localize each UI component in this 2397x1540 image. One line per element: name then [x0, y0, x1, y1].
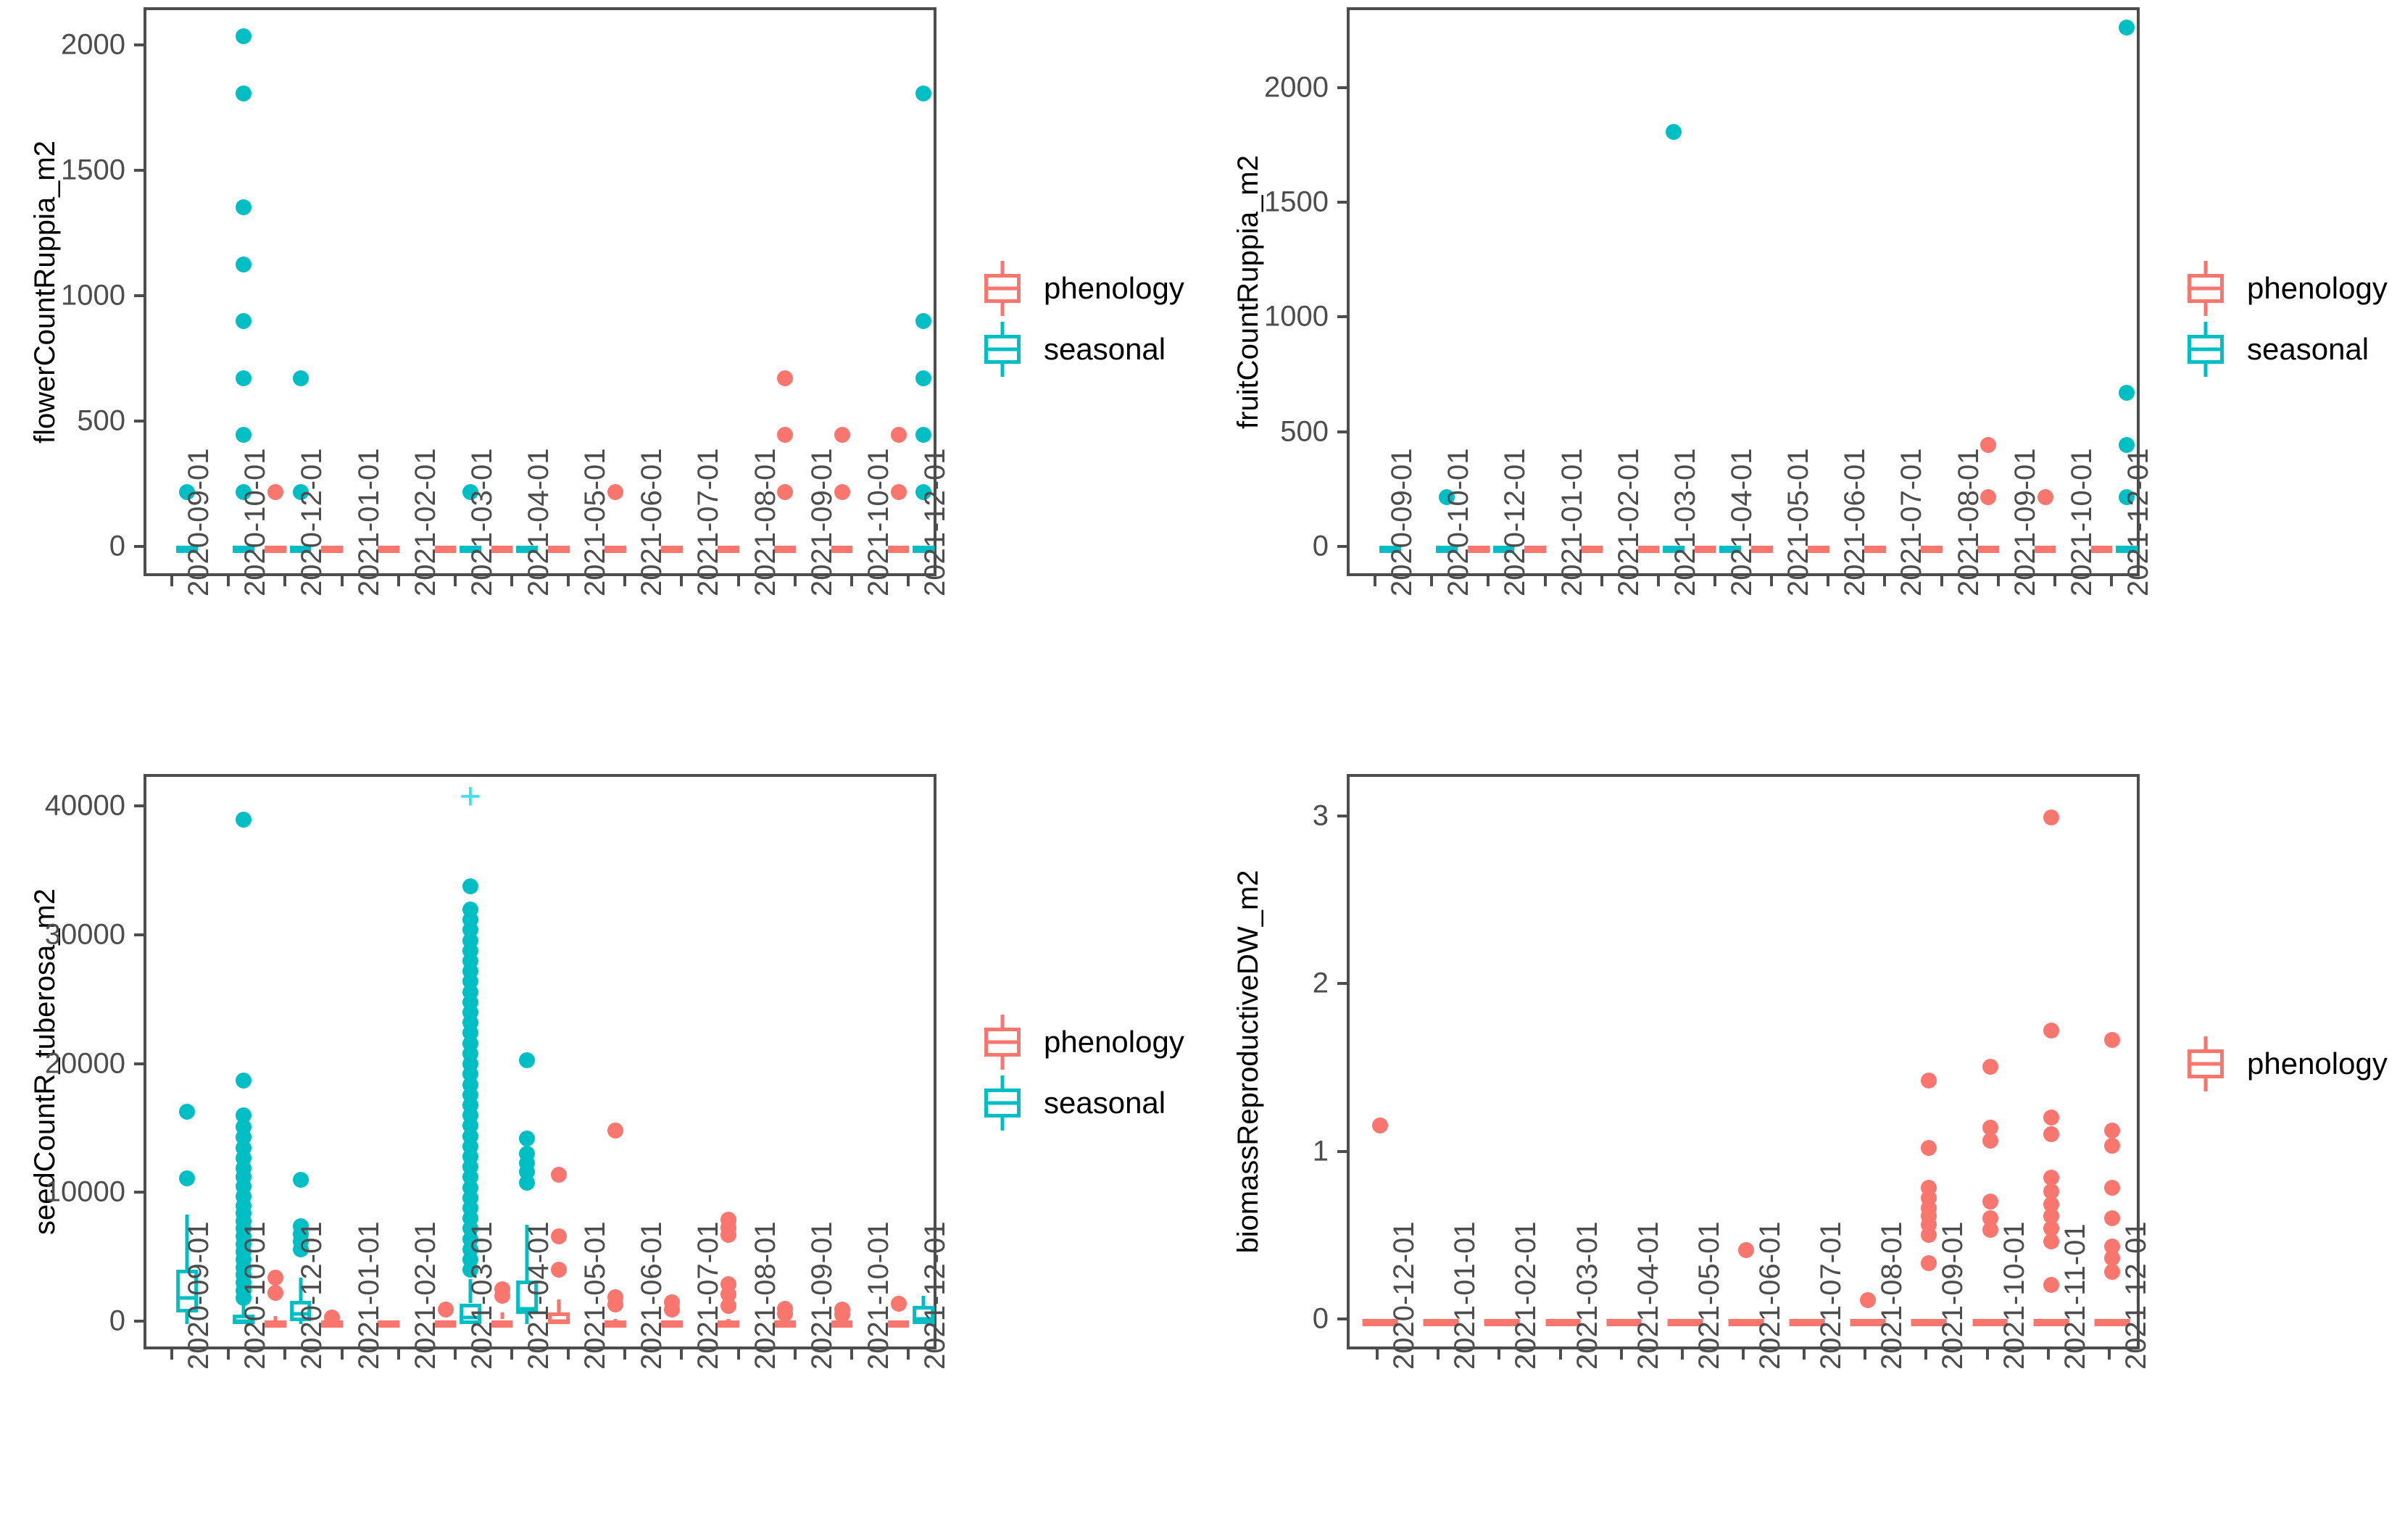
x-tick-label: 2021-03-01: [1571, 1221, 1603, 1370]
legend-key-whisker-upper: [2203, 1036, 2208, 1051]
x-tick-label: 2020-12-01: [1388, 1221, 1421, 1370]
outlier-point: [2043, 1277, 2059, 1294]
x-tick-mark: [1924, 1349, 1928, 1360]
outlier-point: [1921, 1139, 1937, 1156]
x-tick-mark: [1742, 1349, 1745, 1360]
outlier-point: [1982, 1210, 1998, 1226]
outlier-point: [2043, 1126, 2059, 1143]
legend-item-phenology[interactable]: phenology: [2183, 1036, 2388, 1091]
y-tick-mark: [1337, 1149, 1347, 1153]
figure-root: flowerCountRuppia_m2 0 500 1000 1500 2000 2020…: [0, 0, 2397, 1540]
x-tick-label: 2021-02-01: [1510, 1221, 1542, 1370]
x-tick-mark: [1376, 1349, 1379, 1360]
outlier-point: [1860, 1292, 1877, 1309]
outlier-point: [2043, 809, 2059, 825]
x-tick-mark: [2107, 1349, 2111, 1360]
x-tick-label: 2021-04-01: [1632, 1221, 1664, 1370]
outlier-point: [2103, 1210, 2120, 1226]
x-tick-label: 2021-01-01: [1449, 1221, 1482, 1370]
panel-biomassReproductiveDW: biomassReproductiveDW_m2 0 1 2 3 2020-12-01 20…: [0, 0, 2397, 1540]
y-tick-label: 0: [1312, 1302, 1329, 1335]
x-tick-label: 2021-10-01: [1998, 1221, 2030, 1370]
x-tick-label: 2021-08-01: [1876, 1221, 1908, 1370]
outlier-point: [2043, 1170, 2059, 1186]
x-tick-mark: [1437, 1349, 1440, 1360]
x-tick-label: 2021-12-01: [2119, 1221, 2152, 1370]
outlier-point: [2043, 1109, 2059, 1125]
y-tick-mark: [1337, 1318, 1347, 1321]
x-tick-mark: [1864, 1349, 1867, 1360]
outlier-point: [1921, 1072, 1937, 1089]
outlier-point: [1372, 1117, 1389, 1134]
x-tick-mark: [1619, 1349, 1623, 1360]
x-tick-mark: [2046, 1349, 2050, 1360]
x-tick-mark: [1985, 1349, 1989, 1360]
y-tick-label: 3: [1312, 799, 1329, 832]
y-axis-label-biomassReproductiveDW: biomassReproductiveDW_m2: [1232, 870, 1264, 1254]
x-tick-mark: [1803, 1349, 1806, 1360]
y-tick-label: 2: [1312, 967, 1329, 999]
legend-key-median: [2188, 1062, 2224, 1066]
x-tick-mark: [1558, 1349, 1562, 1360]
outlier-point: [2043, 1022, 2059, 1039]
x-tick-mark: [1680, 1349, 1684, 1360]
x-tick-label: 2021-07-01: [1815, 1221, 1848, 1370]
outlier-point: [2103, 1138, 2120, 1154]
x-tick-mark: [1497, 1349, 1501, 1360]
y-tick-mark: [1337, 982, 1347, 986]
outlier-point: [1921, 1255, 1937, 1272]
outlier-point: [1738, 1241, 1754, 1258]
x-tick-label: 2021-06-01: [1754, 1221, 1786, 1370]
outlier-point: [2103, 1239, 2120, 1255]
legend-key-whisker-lower: [2203, 1077, 2208, 1091]
x-tick-label: 2021-05-01: [1692, 1221, 1725, 1370]
y-tick-mark: [1337, 814, 1347, 817]
outlier-point: [1982, 1193, 1998, 1210]
outlier-point: [1921, 1180, 1937, 1196]
x-tick-label: 2021-11-01: [2059, 1223, 2091, 1370]
outlier-point: [1982, 1059, 1998, 1075]
y-tick-label: 1: [1312, 1135, 1329, 1168]
outlier-point: [2103, 1123, 2120, 1139]
x-tick-label: 2021-09-01: [1937, 1221, 1969, 1370]
outlier-point: [1982, 1119, 1998, 1136]
outlier-point: [2103, 1032, 2120, 1049]
legend-boxplot-key-icon: [2183, 1036, 2228, 1091]
outlier-point: [2103, 1180, 2120, 1196]
legend-label: phenology: [2247, 1046, 2388, 1081]
